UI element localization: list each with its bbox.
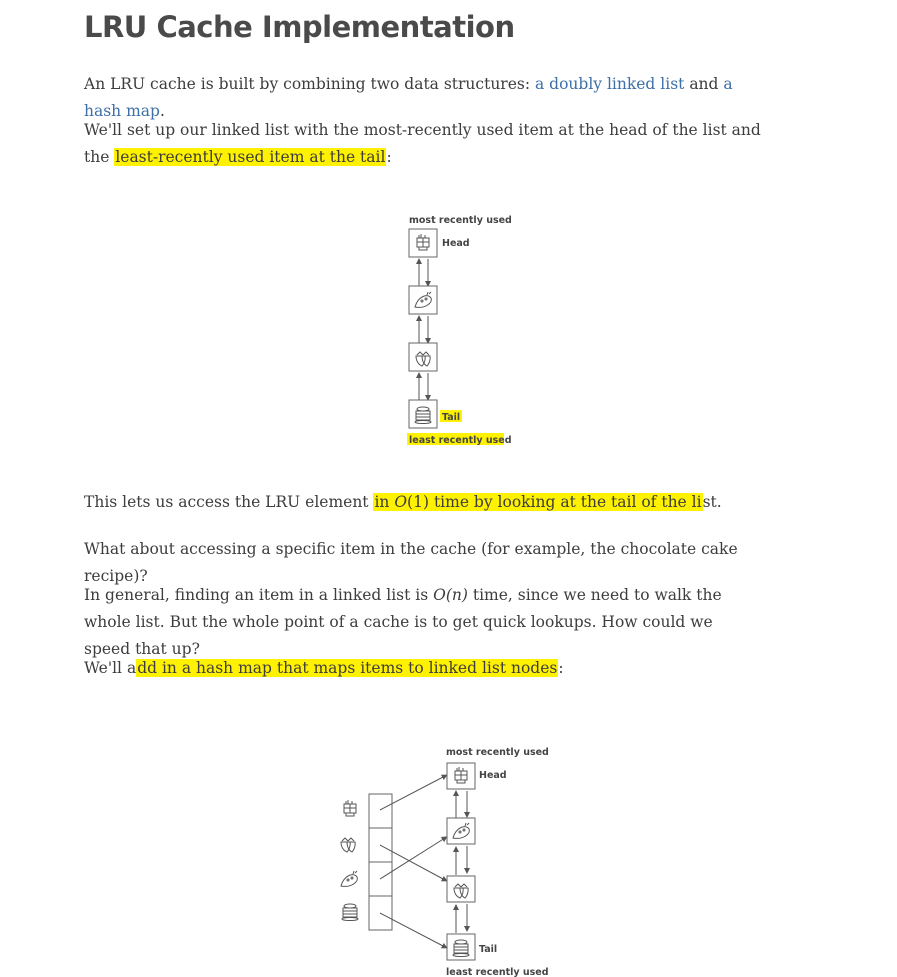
strawberries-icon: [340, 837, 356, 853]
highlight-hash-map: dd in a hash map that maps items to link…: [136, 659, 559, 677]
list-node-head: [446, 762, 476, 790]
list-node: [408, 342, 438, 372]
hash-bucket: [368, 793, 393, 829]
most-recently-used-label: most recently used: [409, 215, 512, 226]
setup-colon: :: [386, 148, 392, 166]
list-node-tail: [446, 933, 476, 961]
chocolate-cake-icon: [343, 800, 357, 817]
lookup-text: In general, finding an item in a linked …: [84, 586, 434, 604]
list-node: [446, 817, 476, 845]
tail-label: Tail: [442, 412, 460, 423]
hash-map-linked-list-diagram: most recently used Head Tail least recen…: [340, 747, 549, 977]
highlight-constant-time: in O(1) time by looking at the tail of t…: [373, 493, 703, 511]
cookie-icon: [340, 870, 358, 887]
access-text: This lets us access the LRU element: [84, 493, 374, 511]
bucket-pointer-arrow: [379, 774, 448, 811]
highlight-least-recently-used: least-recently used item at the tail: [114, 148, 387, 166]
big-o-symbol: O: [394, 493, 408, 511]
list-node: [446, 875, 476, 903]
hash-map-paragraph: We'll add in a hash map that maps items …: [84, 655, 764, 682]
head-label: Head: [442, 238, 470, 249]
list-node-head: [408, 228, 438, 258]
most-recently-used-label: most recently used: [446, 747, 549, 758]
least-recently-used-label: least recently used: [409, 435, 512, 446]
highlight-in: in: [374, 493, 395, 511]
doubly-linked-list-link[interactable]: a doubly linked list: [535, 75, 684, 93]
intro-text: An LRU cache is built by combining two d…: [84, 75, 535, 93]
linked-list-diagram: most recently used Head Tail least recen…: [407, 215, 512, 446]
tail-label: Tail: [479, 944, 497, 955]
head-label: Head: [479, 770, 507, 781]
access-text-end: st.: [702, 493, 722, 511]
big-o-symbol: O: [433, 586, 446, 604]
big-o-n: (n): [445, 586, 468, 604]
lru-access-paragraph: This lets us access the LRU element in O…: [84, 489, 764, 516]
page-title: LRU Cache Implementation: [84, 10, 515, 44]
intro-text-and: and: [684, 75, 724, 93]
linear-lookup-paragraph: In general, finding an item in a linked …: [84, 582, 754, 663]
highlight-rest: time by looking at the tail of the li: [429, 493, 702, 511]
hash-map-text: We'll a: [84, 659, 137, 677]
big-o-one: (1): [407, 493, 430, 511]
list-node-tail: [408, 399, 438, 429]
list-node: [408, 285, 438, 315]
least-recently-used-label: least recently used: [446, 967, 549, 977]
linked-list-setup-paragraph: We'll set up our linked list with the mo…: [84, 117, 764, 171]
pancakes-icon: [341, 903, 359, 921]
hash-map-buckets: [368, 793, 393, 931]
hash-map-colon: :: [558, 659, 564, 677]
